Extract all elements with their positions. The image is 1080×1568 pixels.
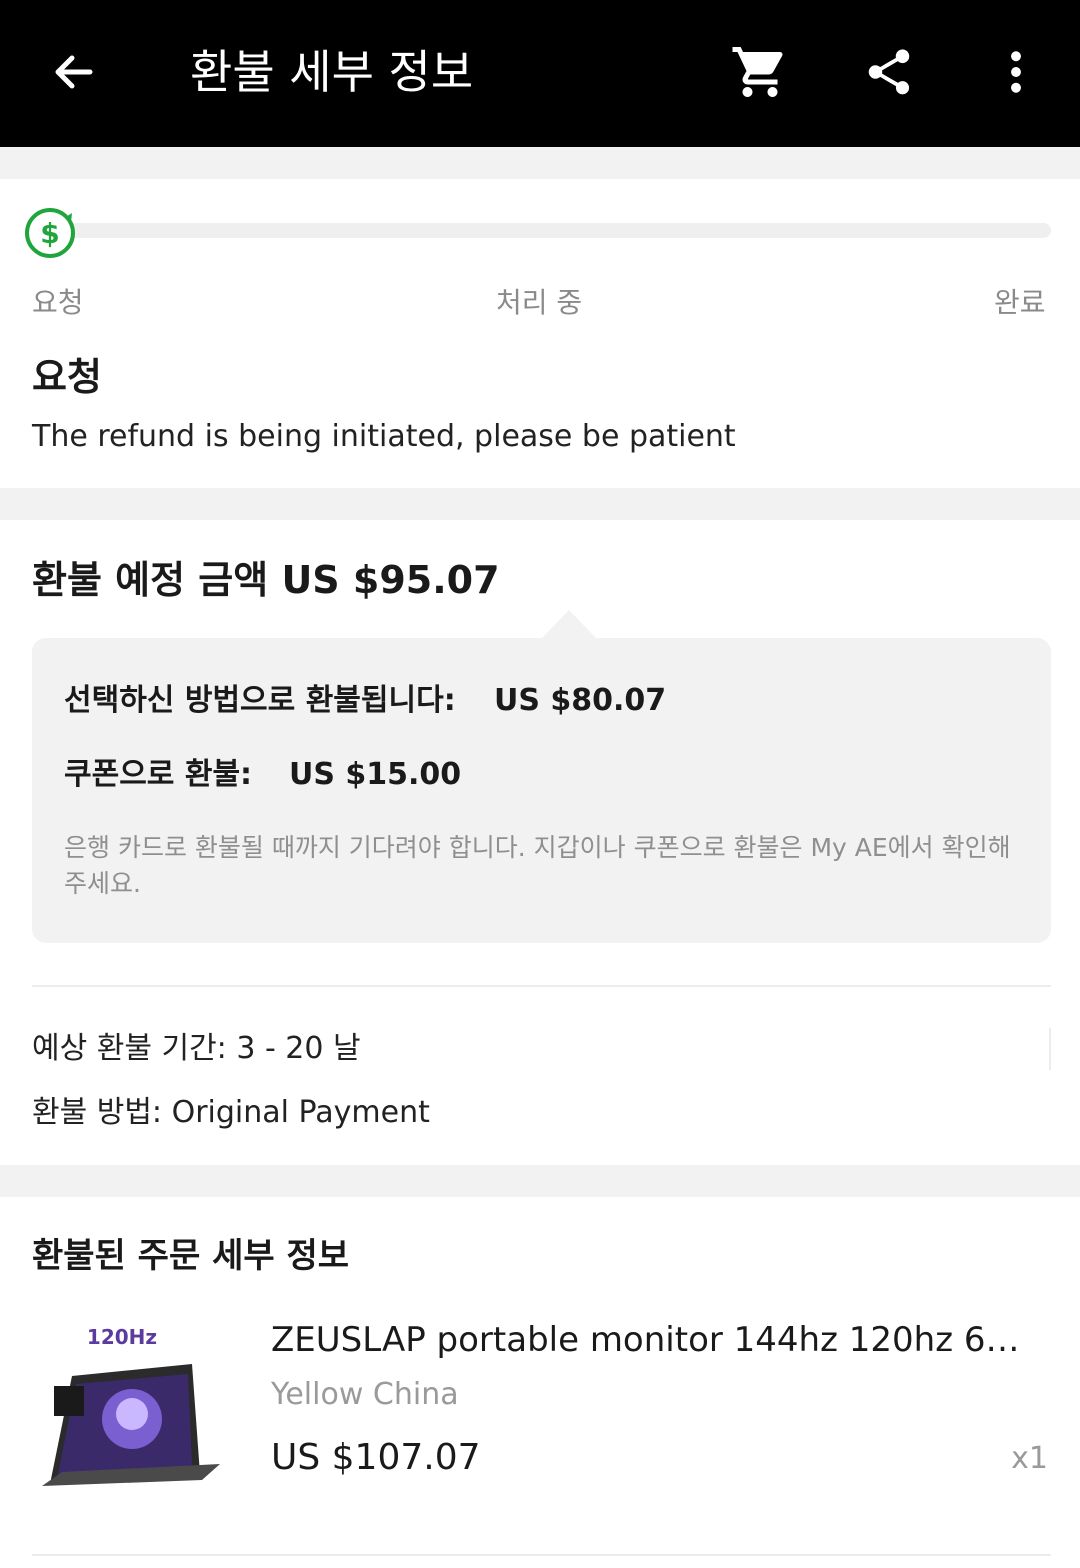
refund-amount-title: 환불 예정 금액 US $95.07 — [32, 558, 500, 602]
refund-note: 은행 카드로 환불될 때까지 기다려야 합니다. 지갑이나 쿠폰으로 환불은 M… — [64, 833, 1011, 898]
refund-dollar-icon: $ — [25, 208, 75, 258]
share-button[interactable] — [857, 40, 921, 104]
top-app-bar: 환불 세부 정보 — [0, 0, 1080, 147]
share-icon — [868, 49, 910, 95]
cart-icon — [732, 47, 783, 97]
more-vertical-icon — [1011, 51, 1021, 93]
status-title: 요청 — [32, 355, 102, 399]
refund-method-label: 선택하신 방법으로 환불됩니다: — [64, 683, 456, 718]
product-variant: Yellow China — [271, 1377, 459, 1412]
svg-text:$: $ — [40, 217, 59, 250]
status-description: The refund is being initiated, please be… — [32, 419, 736, 454]
thumb-badge: 120Hz — [87, 1325, 157, 1349]
refund-method-value: US $80.07 — [494, 683, 667, 718]
coupon-refund-value: US $15.00 — [289, 757, 462, 792]
cart-button[interactable] — [728, 40, 792, 104]
divider — [32, 1554, 1051, 1556]
refund-period: 예상 환불 기간: 3 - 20 날 — [32, 1031, 361, 1066]
divider — [1049, 1028, 1051, 1070]
back-button[interactable] — [44, 42, 104, 102]
step-processing: 처리 중 — [496, 286, 583, 319]
progress-track — [56, 223, 1051, 238]
step-completed: 완료 — [994, 286, 1046, 319]
coupon-refund-label: 쿠폰으로 환불: — [64, 757, 253, 792]
divider — [32, 985, 1051, 987]
more-button[interactable] — [984, 40, 1048, 104]
product-price: US $107.07 — [271, 1437, 481, 1478]
arrow-left-icon — [55, 55, 93, 89]
product-name[interactable]: ZEUSLAP portable monitor 144hz 120hz 60h… — [271, 1316, 1036, 1364]
step-requested: 요청 — [32, 286, 84, 319]
order-section-title: 환불된 주문 세부 정보 — [32, 1236, 350, 1276]
product-quantity: x1 — [1011, 1441, 1048, 1476]
product-thumbnail[interactable]: 120Hz — [32, 1314, 232, 1494]
refund-method-line: 환불 방법: Original Payment — [32, 1095, 430, 1130]
page-title: 환불 세부 정보 — [190, 45, 474, 99]
